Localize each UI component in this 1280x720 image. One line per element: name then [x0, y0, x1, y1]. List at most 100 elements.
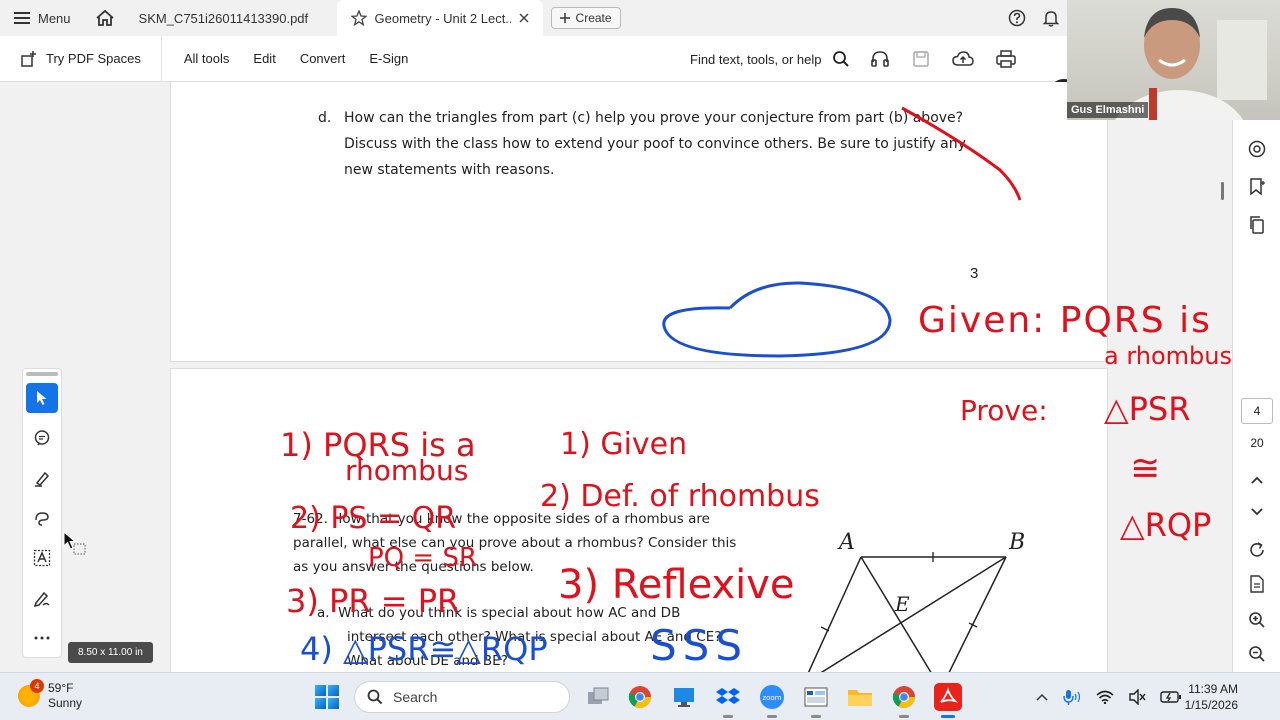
question-text: How can the triangles from part (c) help…: [344, 110, 966, 178]
running-indicator: [767, 715, 777, 718]
chevron-up-icon[interactable]: [1036, 693, 1048, 701]
wifi-icon[interactable]: [1096, 690, 1114, 704]
weather-widget[interactable]: 4 59°F Sunny: [18, 679, 82, 711]
chrome-profile-app[interactable]: [890, 683, 918, 718]
pdf-page-4: 7-62. How that you know the opposite sid…: [170, 368, 1108, 672]
running-indicator: [899, 715, 909, 718]
save-icon[interactable]: [912, 50, 930, 68]
webcam-overlay: Gus Elmashni: [1067, 0, 1280, 120]
print-icon[interactable]: [996, 50, 1016, 68]
vertex-label-a: A: [837, 530, 855, 555]
question-text: What do you think is special about how A…: [338, 605, 681, 621]
start-button[interactable]: [315, 685, 339, 709]
menu-label: Menu: [38, 10, 71, 26]
remote-desktop-app[interactable]: [670, 683, 698, 711]
windows-logo-icon: [315, 698, 326, 709]
weather-text: 59°F Sunny: [48, 681, 82, 711]
zoom-icon: zoom: [760, 685, 784, 709]
svg-text:zoom: zoom: [762, 694, 781, 702]
upload-cloud-icon[interactable]: [952, 50, 974, 68]
toolbar-icons: [870, 36, 1016, 82]
pages-button[interactable]: [1245, 213, 1269, 237]
edit-menu[interactable]: Edit: [241, 51, 287, 66]
scrollbar-thumb[interactable]: [1221, 182, 1224, 200]
more-tools-button[interactable]: [26, 623, 58, 653]
plus-icon: [559, 13, 570, 23]
find-search[interactable]: Find text, tools, or help: [690, 36, 850, 82]
monitor-icon: [674, 688, 694, 707]
active-indicator: [941, 715, 955, 718]
question-line: a. What do you think is special about ho…: [317, 601, 721, 625]
task-view-icon: [588, 687, 609, 704]
weather-badge: 4: [30, 679, 44, 693]
esign-menu[interactable]: E-Sign: [357, 51, 420, 66]
search-placeholder: Search: [393, 689, 438, 705]
rotate-icon: [1250, 542, 1264, 557]
document-viewport[interactable]: d. How can the triangles from part (c) h…: [0, 82, 1232, 672]
fit-page-button[interactable]: [1245, 572, 1269, 596]
chrome-icon: [892, 686, 915, 708]
weather-temp: 59°F: [48, 681, 74, 695]
spreadsheet-app[interactable]: [802, 683, 830, 718]
pdf-page-3: d. How can the triangles from part (c) h…: [170, 82, 1108, 362]
question-line: as you answer the questions below.: [293, 559, 534, 575]
headphones-icon[interactable]: [870, 50, 890, 68]
menu-button[interactable]: Menu: [0, 0, 85, 36]
chrome-app[interactable]: [626, 683, 654, 711]
page-number: 3: [970, 265, 979, 282]
home-button[interactable]: [85, 0, 125, 36]
convert-menu[interactable]: Convert: [288, 51, 358, 66]
system-clock[interactable]: 11:39 AM 1/15/2026: [1178, 681, 1238, 713]
zoom-app[interactable]: zoom: [758, 683, 786, 718]
pen-sign-icon: [33, 591, 50, 607]
ai-assistant-button[interactable]: [1245, 137, 1269, 161]
current-page-input[interactable]: 4: [1241, 398, 1273, 424]
file-explorer-app[interactable]: [846, 683, 874, 711]
speaker-mute-icon[interactable]: [1128, 689, 1146, 705]
zoom-in-button[interactable]: [1245, 608, 1269, 632]
hamburger-icon: [14, 12, 30, 24]
bookmark-icon: [1250, 178, 1265, 196]
star-icon[interactable]: [350, 10, 367, 26]
comment-tool-button[interactable]: [26, 423, 58, 453]
try-pdf-spaces-label: Try PDF Spaces: [46, 51, 141, 66]
text-box-icon: [33, 549, 51, 567]
question-letter: d.: [318, 110, 332, 126]
windows-logo-icon: [328, 685, 339, 696]
tab-geometry[interactable]: Geometry - Unit 2 Lect...: [336, 0, 543, 36]
bell-icon[interactable]: [1042, 9, 1060, 27]
all-tools-menu[interactable]: All tools: [172, 51, 242, 66]
clock-time: 11:39 AM: [1188, 682, 1238, 696]
rail-grip[interactable]: [26, 372, 58, 376]
acrobat-app[interactable]: [934, 683, 962, 718]
running-indicator: [811, 715, 821, 718]
quick-tools-rail: [22, 368, 62, 658]
windows-taskbar: 4 59°F Sunny Search zoom 11:39 AM 1/15/2…: [0, 672, 1280, 720]
tab-skm-pdf[interactable]: SKM_C751i26011413390.pdf: [125, 0, 337, 36]
sign-tool-button[interactable]: [26, 583, 58, 613]
question-7-62: 7-62. How that you know the opposite sid…: [293, 507, 736, 579]
tabbar-actions: [1008, 0, 1060, 36]
select-tool-button[interactable]: [26, 383, 58, 413]
total-pages: 20: [1250, 436, 1264, 450]
try-pdf-spaces-button[interactable]: Try PDF Spaces: [0, 35, 162, 82]
bookmark-button[interactable]: [1245, 175, 1269, 199]
dropbox-app[interactable]: [714, 683, 742, 718]
text-select-tool-button[interactable]: [26, 543, 58, 573]
microphone-icon[interactable]: [1062, 688, 1082, 706]
dropbox-icon: [716, 688, 740, 704]
highlight-tool-button[interactable]: [26, 463, 58, 493]
rotate-button[interactable]: [1245, 538, 1269, 562]
mouse-cursor-icon: [63, 530, 86, 555]
weather-desc: Sunny: [48, 696, 83, 710]
page-size-badge: 8.50 x 11.00 in: [68, 642, 153, 663]
create-button[interactable]: Create: [550, 7, 621, 29]
close-icon[interactable]: [519, 13, 529, 23]
taskbar-search[interactable]: Search: [354, 681, 570, 713]
task-view-button[interactable]: [584, 683, 612, 711]
help-icon[interactable]: [1008, 9, 1026, 27]
page-up-button[interactable]: [1245, 468, 1269, 492]
draw-tool-button[interactable]: [26, 503, 58, 533]
zoom-out-button[interactable]: [1245, 642, 1269, 666]
page-down-button[interactable]: [1245, 500, 1269, 524]
